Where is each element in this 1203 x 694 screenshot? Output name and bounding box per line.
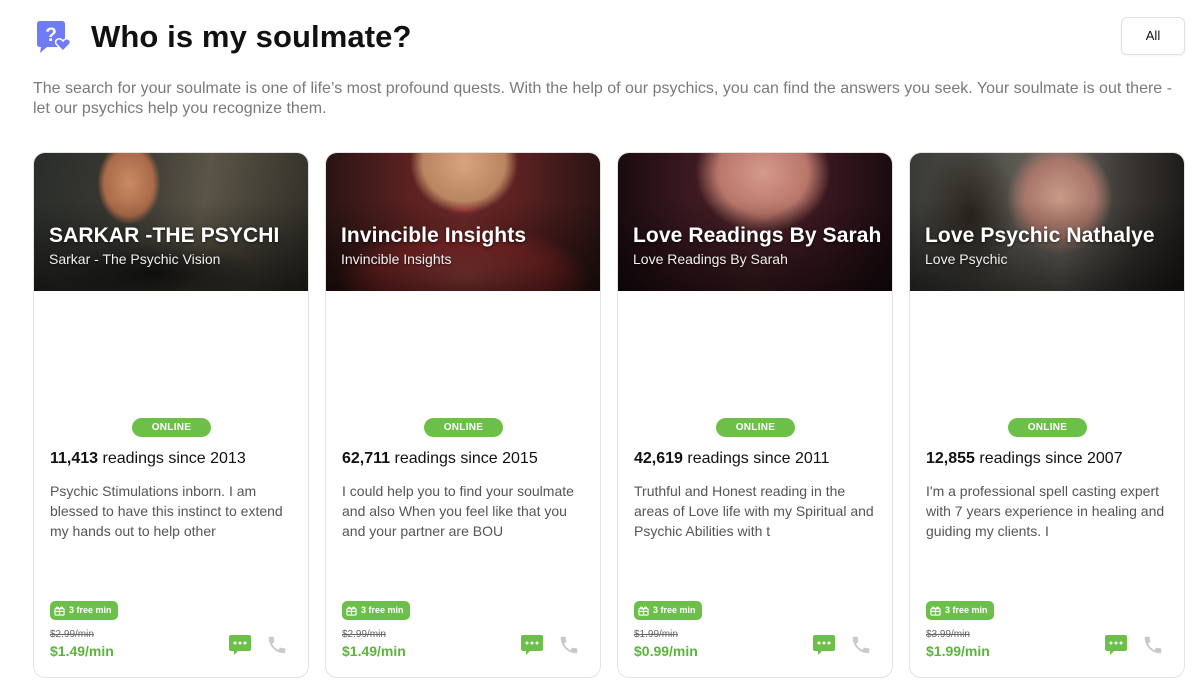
psychic-description: I'm a professional spell casting expert … (926, 483, 1165, 539)
readings-suffix: readings since 2007 (979, 450, 1123, 467)
psychic-name: SARKAR -THE PSYCHI (49, 224, 280, 247)
free-minutes-badge: 3 free min (50, 601, 118, 620)
psychic-photo: SARKAR -THE PSYCHI Sarkar - The Psychic … (34, 153, 308, 291)
psychic-subtitle: Love Readings By Sarah (633, 251, 788, 267)
free-minutes-badge: 3 free min (926, 601, 994, 620)
readings-number: 11,413 (50, 450, 99, 467)
psychic-photo: Love Psychic Nathalye Love Psychic (910, 153, 1184, 291)
readings-number: 42,619 (634, 450, 683, 467)
chat-icon[interactable] (1104, 633, 1128, 657)
gift-icon (54, 606, 65, 616)
psychic-card[interactable]: Invincible Insights Invincible Insights … (325, 152, 601, 678)
psychic-photo: Invincible Insights Invincible Insights (326, 153, 600, 291)
old-price: $3.99/min (926, 629, 970, 640)
question-heart-icon: ? (37, 21, 72, 53)
readings-suffix: readings since 2013 (102, 450, 246, 467)
readings-count: 42,619 readings since 2011 (634, 450, 829, 468)
readings-suffix: readings since 2015 (394, 450, 538, 467)
phone-icon[interactable] (558, 634, 580, 656)
psychic-card-list: SARKAR -THE PSYCHI Sarkar - The Psychic … (33, 152, 1185, 678)
online-badge: ONLINE (132, 418, 211, 437)
chat-icon[interactable] (520, 633, 544, 657)
psychic-description: Truthful and Honest reading in the areas… (634, 483, 874, 539)
readings-suffix: readings since 2011 (687, 450, 830, 467)
psychic-photo: Love Readings By Sarah Love Readings By … (618, 153, 892, 291)
new-price: $1.99/min (926, 643, 990, 659)
readings-number: 12,855 (926, 450, 975, 467)
phone-icon[interactable] (850, 634, 872, 656)
psychic-subtitle: Love Psychic (925, 251, 1008, 267)
free-minutes-label: 3 free min (653, 605, 696, 615)
gift-icon (930, 606, 941, 616)
free-minutes-badge: 3 free min (342, 601, 410, 620)
psychic-subtitle: Invincible Insights (341, 251, 452, 267)
readings-count: 11,413 readings since 2013 (50, 450, 246, 468)
psychic-card[interactable]: Love Psychic Nathalye Love Psychic ONLIN… (909, 152, 1185, 678)
chat-icon[interactable] (812, 633, 836, 657)
psychic-name: Love Psychic Nathalye (925, 224, 1155, 247)
gift-icon (346, 606, 357, 616)
psychic-description: Psychic Stimulations inborn. I am blesse… (50, 483, 283, 539)
intro-text: The search for your soulmate is one of l… (33, 80, 1172, 117)
phone-icon[interactable] (266, 634, 288, 656)
online-badge: ONLINE (424, 418, 503, 437)
new-price: $0.99/min (634, 643, 698, 659)
readings-number: 62,711 (342, 450, 391, 467)
online-badge: ONLINE (1008, 418, 1087, 437)
gift-icon (638, 606, 649, 616)
new-price: $1.49/min (50, 643, 114, 659)
psychic-description: I could help you to find your soulmate a… (342, 483, 574, 539)
all-button[interactable]: All (1121, 17, 1185, 55)
psychic-name: Invincible Insights (341, 224, 527, 247)
online-badge: ONLINE (716, 418, 795, 437)
page-title: Who is my soulmate? (91, 19, 412, 54)
psychic-subtitle: Sarkar - The Psychic Vision (49, 251, 221, 267)
chat-icon[interactable] (228, 633, 252, 657)
readings-count: 62,711 readings since 2015 (342, 450, 538, 468)
psychic-card[interactable]: Love Readings By Sarah Love Readings By … (617, 152, 893, 678)
free-minutes-label: 3 free min (69, 605, 112, 615)
old-price: $2.99/min (342, 629, 386, 640)
phone-icon[interactable] (1142, 634, 1164, 656)
free-minutes-label: 3 free min (361, 605, 404, 615)
section-header: ? Who is my soulmate? All (33, 17, 1185, 57)
new-price: $1.49/min (342, 643, 406, 659)
readings-count: 12,855 readings since 2007 (926, 450, 1123, 468)
free-minutes-label: 3 free min (945, 605, 988, 615)
old-price: $1.99/min (634, 629, 678, 640)
old-price: $2.99/min (50, 629, 94, 640)
free-minutes-badge: 3 free min (634, 601, 702, 620)
psychic-card[interactable]: SARKAR -THE PSYCHI Sarkar - The Psychic … (33, 152, 309, 678)
psychic-name: Love Readings By Sarah (633, 224, 882, 247)
